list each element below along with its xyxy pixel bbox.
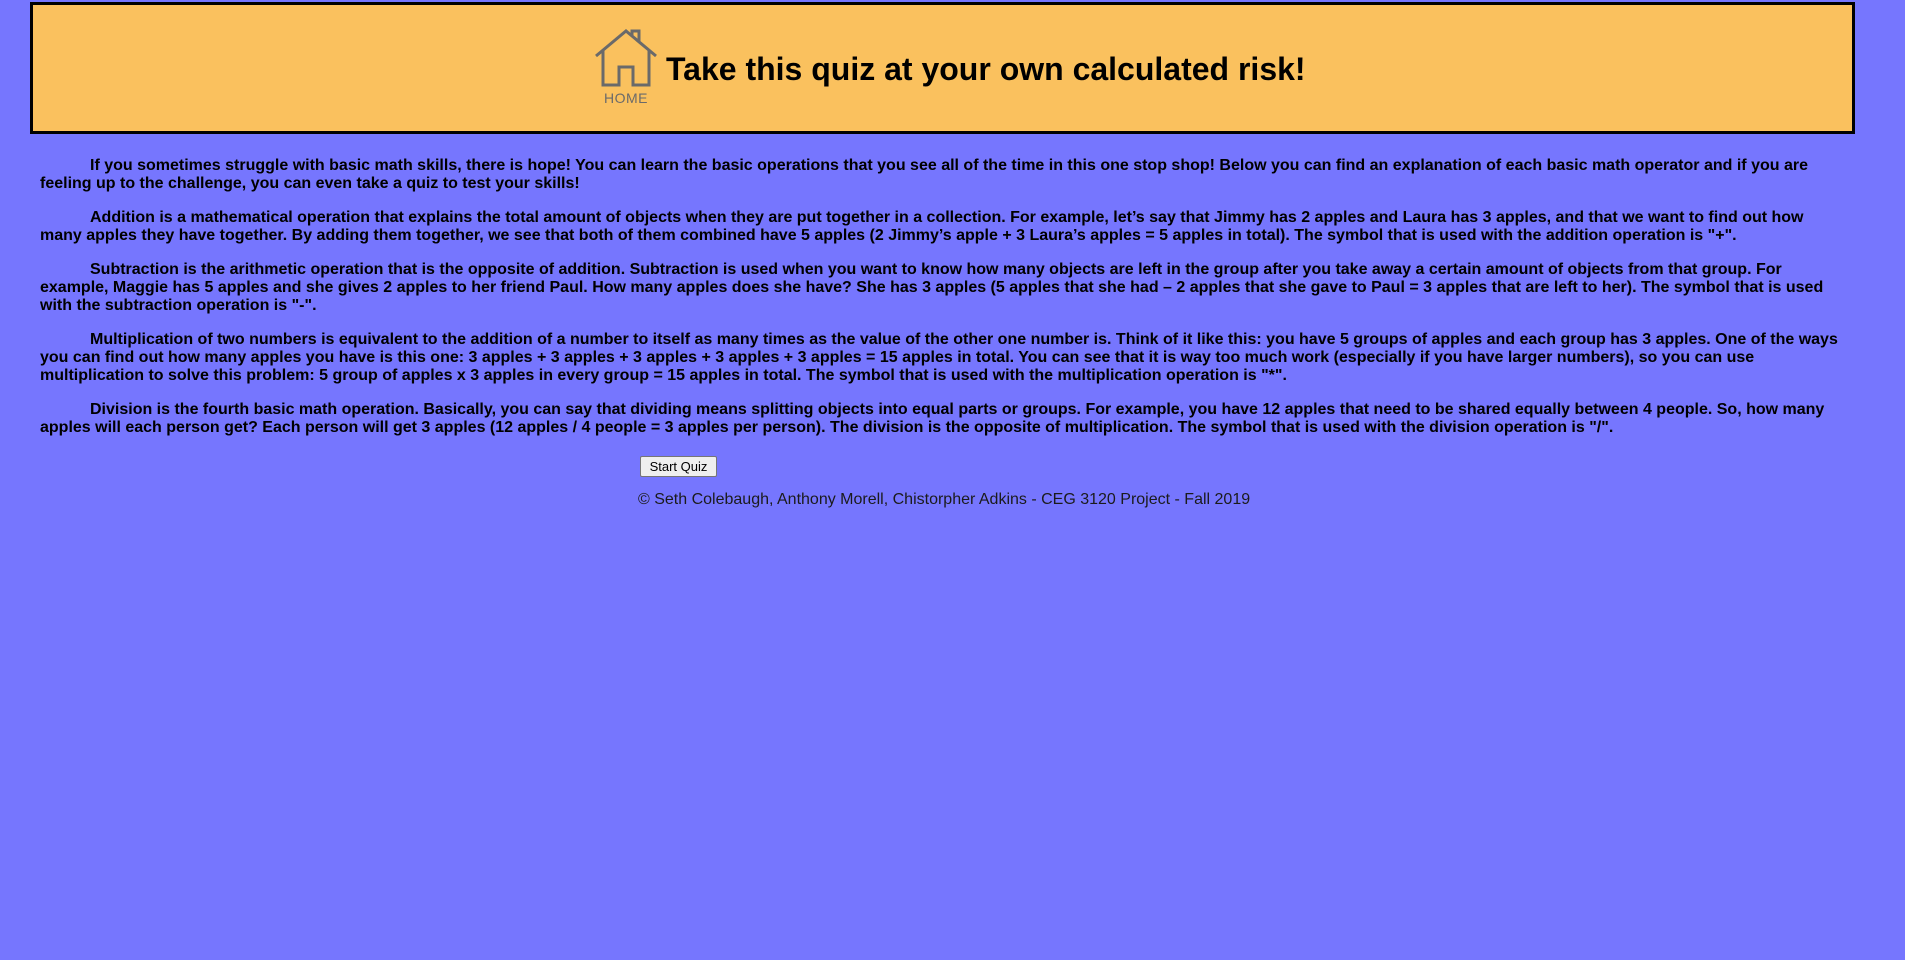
footer-copyright: © Seth Colebaugh, Anthony Morell, Chisto… [638, 491, 1251, 508]
subtraction-paragraph: Subtraction is the arithmetic operation … [40, 261, 1824, 314]
start-quiz-button[interactable]: Start Quiz [640, 456, 717, 477]
home-link[interactable]: HOME [593, 29, 659, 106]
multiplication-paragraph: Multiplication of two numbers is equival… [40, 331, 1838, 384]
division-paragraph: Division is the fourth basic math operat… [40, 401, 1825, 436]
header-banner: HOME Take this quiz at your own calculat… [30, 2, 1855, 134]
intro-content: If you sometimes struggle with basic mat… [40, 157, 1848, 453]
page-title: Take this quiz at your own calculated ri… [666, 51, 1306, 87]
intro-paragraph: If you sometimes struggle with basic mat… [40, 157, 1808, 192]
addition-paragraph: Addition is a mathematical operation tha… [40, 209, 1804, 244]
house-icon [595, 29, 657, 87]
home-label: HOME [604, 90, 648, 106]
